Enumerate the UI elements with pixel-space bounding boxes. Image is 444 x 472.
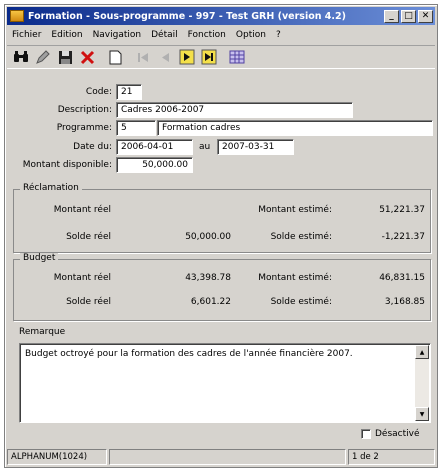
menu-bar: Fichier Edition Navigation Détail Foncti… <box>7 27 435 43</box>
budget-montant-reel-value: 43,398.78 <box>185 273 231 283</box>
budget-montant-estime-value: 46,831.15 <box>379 273 425 283</box>
budget-title: Budget <box>20 253 59 263</box>
programme-name-field: Formation cadres <box>157 120 433 136</box>
reclamation-solde-estime-value: -1,221.37 <box>381 232 425 242</box>
close-button[interactable]: ✕ <box>418 9 433 23</box>
delete-icon[interactable] <box>76 47 98 67</box>
date-from-field[interactable]: 2006-04-01 <box>116 139 193 155</box>
minimize-button[interactable]: _ <box>384 9 399 23</box>
menu-edition[interactable]: Edition <box>46 30 87 40</box>
montant-disponible-field[interactable]: 50,000.00 <box>116 157 193 173</box>
remarque-label: Remarque <box>19 327 66 337</box>
maximize-button[interactable]: □ <box>401 9 416 23</box>
date-to-field[interactable]: 2007-03-31 <box>217 139 294 155</box>
main-window: Formation - Sous-programme - 997 - Test … <box>4 4 438 468</box>
title-bar[interactable]: Formation - Sous-programme - 997 - Test … <box>7 7 435 25</box>
menu-option[interactable]: Option <box>231 30 271 40</box>
new-document-icon[interactable] <box>104 47 126 67</box>
reclamation-solde-reel-value: 50,000.00 <box>185 232 231 242</box>
programme-label: Programme: <box>56 123 112 133</box>
menu-navigation[interactable]: Navigation <box>88 30 147 40</box>
budget-montant-reel-label: Montant réel <box>53 273 111 283</box>
grid-icon[interactable] <box>226 47 248 67</box>
menu-help[interactable]: ? <box>271 30 286 40</box>
last-record-icon[interactable] <box>198 47 220 67</box>
budget-solde-reel-value: 6,601.22 <box>190 297 231 307</box>
date-to-label: au <box>199 142 211 152</box>
budget-solde-estime-value: 3,168.85 <box>384 297 425 307</box>
description-label: Description: <box>57 105 112 115</box>
desactive-label: Désactivé <box>375 429 420 439</box>
reclamation-title: Réclamation <box>20 183 82 193</box>
budget-solde-estime-label: Solde estimé: <box>270 297 332 307</box>
first-record-icon[interactable] <box>132 47 154 67</box>
budget-montant-estime-label: Montant estimé: <box>258 273 332 283</box>
scroll-up-icon[interactable]: ▲ <box>415 345 429 359</box>
menu-detail[interactable]: Détail <box>146 30 183 40</box>
pencil-icon[interactable] <box>32 47 54 67</box>
programme-code-field[interactable]: 5 <box>116 120 156 136</box>
code-field[interactable]: 21 <box>116 84 142 100</box>
window-title: Formation - Sous-programme - 997 - Test … <box>28 10 346 22</box>
app-icon <box>10 10 24 22</box>
reclamation-montant-reel-label: Montant réel <box>53 205 111 215</box>
code-label: Code: <box>85 87 112 97</box>
remarque-scrollbar[interactable]: ▲ ▼ <box>415 345 429 421</box>
date-from-label: Date du: <box>73 142 112 152</box>
previous-record-icon[interactable] <box>154 47 176 67</box>
status-bar: ALPHANUM(1024) 1 de 2 <box>7 449 435 465</box>
montant-disponible-label: Montant disponible: <box>22 160 112 170</box>
budget-solde-reel-label: Solde réel <box>66 297 111 307</box>
status-record: 1 de 2 <box>348 449 435 465</box>
status-message <box>109 449 346 465</box>
remarque-textarea[interactable]: Budget octroyé pour la formation des cad… <box>19 343 431 423</box>
menu-fichier[interactable]: Fichier <box>7 30 46 40</box>
reclamation-group: Réclamation <box>13 183 431 253</box>
description-field[interactable]: Cadres 2006-2007 <box>116 102 353 118</box>
reclamation-solde-estime-label: Solde estimé: <box>270 232 332 242</box>
toolbar <box>7 45 435 69</box>
desactive-checkbox[interactable] <box>361 429 371 439</box>
reclamation-montant-estime-value: 51,221.37 <box>379 205 425 215</box>
budget-group: Budget <box>13 253 431 321</box>
reclamation-montant-estime-label: Montant estimé: <box>258 205 332 215</box>
scroll-down-icon[interactable]: ▼ <box>415 407 429 421</box>
menu-fonction[interactable]: Fonction <box>183 30 231 40</box>
next-record-icon[interactable] <box>176 47 198 67</box>
binoculars-icon[interactable] <box>10 47 32 67</box>
save-icon[interactable] <box>54 47 76 67</box>
status-field-type: ALPHANUM(1024) <box>7 449 107 465</box>
reclamation-solde-reel-label: Solde réel <box>66 232 111 242</box>
remarque-text: Budget octroyé pour la formation des cad… <box>25 349 353 359</box>
